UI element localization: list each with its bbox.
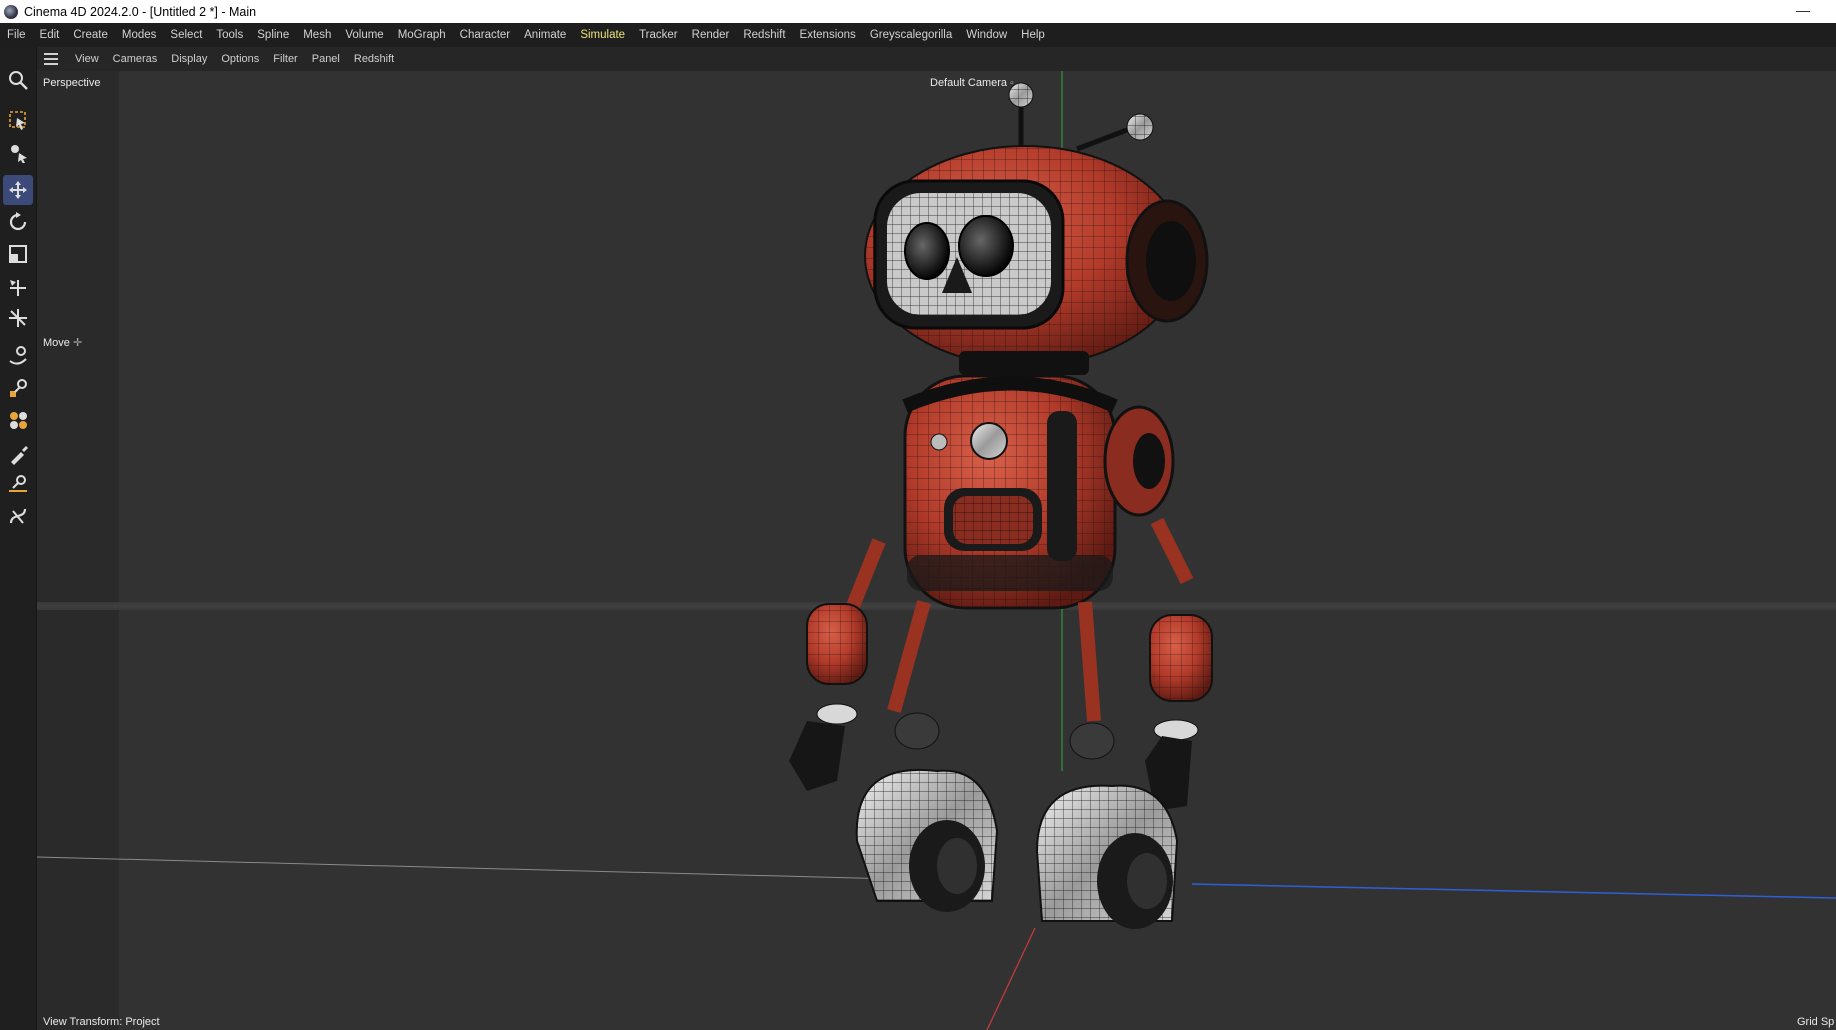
left-toolbar: [0, 47, 37, 1030]
viewport-projection-label: Perspective: [43, 77, 101, 89]
menu-redshift[interactable]: Redshift: [736, 29, 792, 41]
spline-pen-tool-button[interactable]: [3, 341, 33, 371]
transform-icon: [10, 280, 26, 296]
menu-volume[interactable]: Volume: [338, 29, 390, 41]
scene-viewport-svg: [37, 71, 1836, 1030]
axis-move-tool-button[interactable]: [3, 303, 33, 333]
viewport-menu-options[interactable]: Options: [214, 53, 266, 65]
camera-icon: ▫: [1010, 78, 1014, 89]
spline-pen-icon: [9, 346, 27, 365]
robot-body: [902, 374, 1175, 610]
tool-label-text: Move: [43, 337, 70, 349]
move-small-icon: ✛: [72, 337, 83, 349]
window-titlebar: Cinema 4D 2024.2.0 - [Untitled 2 *] - Ma…: [0, 0, 1836, 23]
axis-move-icon: [9, 309, 27, 327]
brush-icon: [11, 446, 28, 465]
rotate-tool-button[interactable]: [3, 207, 33, 237]
rotate-icon: [9, 212, 27, 231]
viewport-menubar: View Cameras Display Options Filter Panel Reds…: [36, 47, 1836, 71]
live-selection-tool-button[interactable]: [3, 105, 33, 135]
robot-right-foot: [1035, 784, 1179, 929]
line-pen-icon: [9, 475, 27, 492]
menu-mograph[interactable]: MoGraph: [391, 29, 453, 41]
cinema4d-app-icon: [4, 4, 18, 19]
menu-create[interactable]: Create: [66, 29, 115, 41]
menu-modes[interactable]: Modes: [115, 29, 164, 41]
search-tool-button[interactable]: [3, 65, 33, 95]
robot-left-arm: [789, 538, 886, 791]
mograph-cloner-icon: [10, 412, 27, 429]
mograph-cloner-tool-button[interactable]: [3, 405, 33, 435]
world-z-axis-line: [1191, 883, 1836, 899]
menu-file[interactable]: File: [0, 29, 33, 41]
object-mode-icon: [11, 145, 27, 163]
menu-character[interactable]: Character: [453, 29, 518, 41]
menu-mesh[interactable]: Mesh: [296, 29, 338, 41]
move-tool-button[interactable]: [3, 175, 33, 205]
view-transform-label: View Transform: Project: [43, 1016, 160, 1028]
viewport-menu-display[interactable]: Display: [164, 53, 214, 65]
menu-render[interactable]: Render: [685, 29, 737, 41]
spline-tool-icon: [9, 508, 27, 524]
menu-help[interactable]: Help: [1014, 29, 1052, 41]
menu-select[interactable]: Select: [163, 29, 209, 41]
viewport-menu-panel[interactable]: Panel: [305, 53, 347, 65]
viewport-menu-cameras[interactable]: Cameras: [106, 53, 165, 65]
object-mode-tool-button[interactable]: [3, 137, 33, 167]
menu-spline[interactable]: Spline: [250, 29, 296, 41]
menu-animate[interactable]: Animate: [517, 29, 573, 41]
viewport-menu-redshift[interactable]: Redshift: [347, 53, 401, 65]
viewport-menu-view[interactable]: View: [68, 53, 106, 65]
scale-icon: [9, 245, 27, 263]
robot-head: [864, 145, 1209, 367]
tool-label: Move ✛: [43, 336, 82, 349]
perspective-viewport[interactable]: Perspective Default Camera ▫ Move ✛ View…: [37, 71, 1836, 1030]
menu-window[interactable]: Window: [959, 29, 1014, 41]
camera-name: Default Camera: [930, 77, 1008, 89]
scale-tool-button[interactable]: [3, 239, 33, 269]
sketch-icon: [10, 379, 27, 397]
robot-legs: [887, 600, 1115, 760]
brush-tool-button[interactable]: [3, 439, 33, 469]
robot-right-arm: [1145, 517, 1213, 811]
spline-tool-tool-button[interactable]: [3, 501, 33, 531]
grid-spacing-label: Grid Sp: [1797, 1016, 1835, 1028]
search-icon: [9, 71, 28, 90]
viewport-menu-filter[interactable]: Filter: [266, 53, 304, 65]
menu-greyscalegorilla[interactable]: Greyscalegorilla: [863, 29, 959, 41]
camera-label[interactable]: Default Camera ▫: [930, 77, 1014, 89]
menu-extensions[interactable]: Extensions: [793, 29, 863, 41]
live-selection-icon: [9, 111, 26, 130]
robot-neck: [959, 351, 1089, 375]
line-pen-tool-button[interactable]: [3, 469, 33, 499]
menu-simulate[interactable]: Simulate: [573, 29, 632, 41]
world-x-axis-line: [37, 856, 898, 880]
menu-tracker[interactable]: Tracker: [632, 29, 685, 41]
world-red-axis-line: [986, 927, 1036, 1030]
menu-edit[interactable]: Edit: [33, 29, 67, 41]
window-title: Cinema 4D 2024.2.0 - [Untitled 2 *] - Ma…: [24, 4, 257, 19]
transform-tool-button[interactable]: [3, 273, 33, 303]
minimize-button[interactable]: —: [1796, 2, 1810, 18]
move-icon: [9, 181, 27, 199]
sketch-tool-button[interactable]: [3, 373, 33, 403]
menu-tools[interactable]: Tools: [209, 29, 250, 41]
robot-left-foot: [855, 768, 999, 912]
viewport-hamburger-icon[interactable]: [44, 53, 58, 65]
main-menubar: File Edit Create Modes Select Tools Spline Mesh…: [0, 23, 1836, 47]
